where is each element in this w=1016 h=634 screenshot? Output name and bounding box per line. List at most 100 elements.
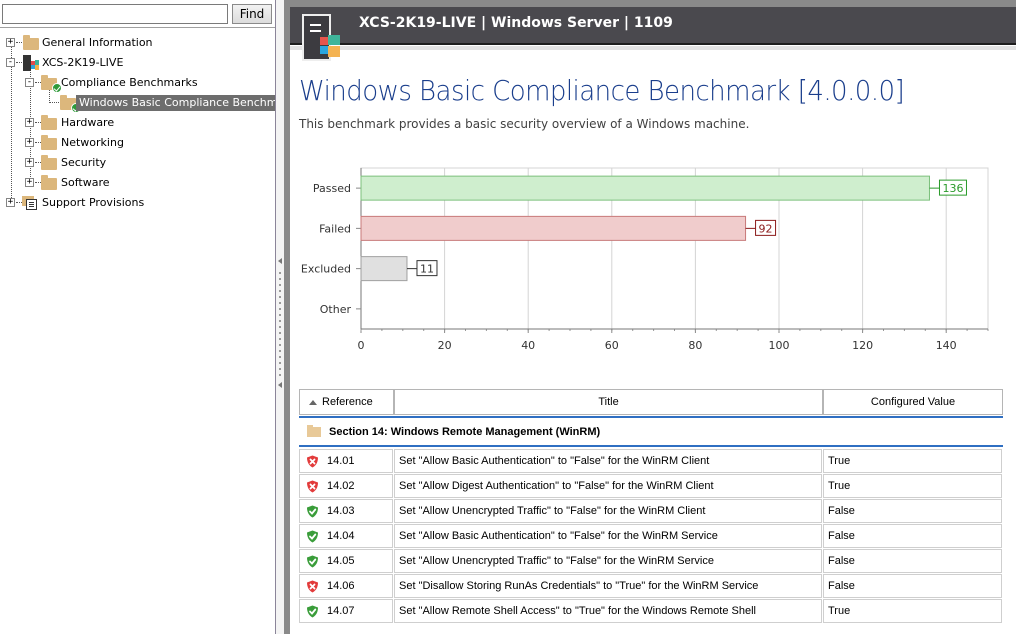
reference-cell: 14.01 — [299, 449, 393, 473]
reference-text: 14.07 — [327, 605, 355, 617]
configured-value-cell: True — [823, 449, 1002, 473]
reference-cell: 14.05 — [299, 549, 393, 573]
expand-icon[interactable]: + — [25, 158, 34, 167]
title-text: Set "Allow Unencrypted Traffic" to "Fals… — [399, 555, 714, 567]
pane-splitter[interactable] — [275, 0, 284, 634]
configured-value-cell: False — [823, 524, 1002, 548]
find-bar: Find — [0, 0, 275, 28]
passed-shield-icon — [307, 555, 318, 567]
reference-text: 14.01 — [327, 455, 355, 467]
header-divider — [290, 46, 1016, 50]
page-description: This benchmark provides a basic security… — [299, 117, 750, 131]
configured-value-cell: False — [823, 549, 1002, 573]
find-input[interactable] — [2, 4, 228, 24]
column-header-reference[interactable]: Reference — [299, 389, 394, 415]
column-header-label: Title — [598, 396, 619, 408]
sort-ascending-icon — [309, 399, 317, 405]
folder-icon — [41, 115, 57, 130]
reference-text: 14.06 — [327, 580, 355, 592]
expand-icon[interactable]: + — [25, 178, 34, 187]
bar-passed — [360, 175, 930, 201]
collapse-icon[interactable]: - — [6, 58, 15, 67]
bar-failed — [360, 215, 747, 241]
tree-item-label: Windows Basic Compliance Benchmark — [76, 95, 299, 111]
title-text: Set "Allow Unencrypted Traffic" to "Fals… — [399, 505, 706, 517]
navigation-pane: Find + General Information - XCS-2K19-LI… — [0, 0, 299, 634]
configured-value-cell: True — [823, 599, 1002, 623]
title-text: Set "Allow Basic Authentication" to "Fal… — [399, 455, 710, 467]
find-button[interactable]: Find — [232, 4, 272, 24]
windows-server-icon — [22, 55, 39, 71]
reference-cell: 14.07 — [299, 599, 393, 623]
top-strip — [290, 0, 1016, 7]
title-text: Set "Allow Remote Shell Access" to "True… — [399, 605, 756, 617]
tree-line — [16, 42, 22, 43]
configured-value-text: True — [828, 605, 851, 617]
support-provisions-icon — [22, 196, 38, 210]
folder-check-icon — [41, 75, 62, 93]
expand-icon[interactable]: + — [25, 118, 34, 127]
title-cell: Set "Allow Basic Authentication" to "Fal… — [394, 524, 822, 548]
folder-icon — [41, 135, 57, 150]
y-tick-label: Other — [320, 303, 352, 316]
title-cell: Set "Allow Basic Authentication" to "Fal… — [394, 449, 822, 473]
configured-value-text: False — [828, 505, 855, 517]
configured-value-cell: False — [823, 574, 1002, 598]
reference-cell: 14.03 — [299, 499, 393, 523]
folder-icon — [23, 35, 39, 50]
collapse-left-arrow-icon[interactable] — [278, 258, 282, 264]
folder-check-icon — [60, 95, 81, 113]
tree-item-label: General Information — [42, 36, 153, 49]
tree-item-label: Compliance Benchmarks — [61, 76, 198, 89]
x-tick-label: 20 — [438, 339, 452, 352]
title-text: Set "Allow Basic Authentication" to "Fal… — [399, 530, 718, 542]
bar-excluded — [360, 256, 408, 282]
table-row[interactable]: 14.07 Set "Allow Remote Shell Access" to… — [299, 599, 1003, 624]
table-row[interactable]: 14.03 Set "Allow Unencrypted Traffic" to… — [299, 499, 1003, 524]
collapse-left-arrow-icon[interactable] — [278, 382, 282, 388]
tree-line — [11, 47, 12, 202]
expand-icon[interactable]: + — [25, 138, 34, 147]
table-row[interactable]: 14.04 Set "Allow Basic Authentication" t… — [299, 524, 1003, 549]
y-tick-label: Failed — [319, 222, 351, 235]
table-row[interactable]: 14.05 Set "Allow Unencrypted Traffic" to… — [299, 549, 1003, 574]
passed-shield-icon — [307, 605, 318, 617]
data-label-passed: 136 — [942, 182, 963, 195]
tree-item-label: XCS-2K19-LIVE — [42, 56, 124, 69]
column-header-configured-value[interactable]: Configured Value — [823, 389, 1003, 415]
table-row[interactable]: 14.02 Set "Allow Digest Authentication" … — [299, 474, 1003, 499]
folder-icon — [41, 155, 57, 170]
x-tick-label: 0 — [358, 339, 365, 352]
configured-value-text: True — [828, 455, 851, 467]
title-cell: Set "Allow Remote Shell Access" to "True… — [394, 599, 822, 623]
title-text: Set "Allow Digest Authentication" to "Fa… — [399, 480, 714, 492]
failed-shield-icon — [307, 580, 318, 592]
group-divider — [299, 445, 1003, 447]
expand-icon[interactable]: + — [6, 198, 15, 207]
results-bar-chart: 0 20 40 60 80 100 120 140 Passed 136 Failed 92 Exclu… — [290, 160, 1016, 360]
tree-item-label: Support Provisions — [42, 196, 145, 209]
tree-item-label: Security — [61, 156, 107, 169]
failed-shield-icon — [307, 455, 318, 467]
passed-shield-icon — [307, 505, 318, 517]
title-cell: Set "Allow Unencrypted Traffic" to "Fals… — [394, 549, 822, 573]
expand-icon[interactable]: + — [6, 38, 15, 47]
data-label-excluded: 11 — [420, 263, 434, 276]
collapse-icon[interactable]: - — [25, 78, 34, 87]
title-cell: Set "Allow Digest Authentication" to "Fa… — [394, 474, 822, 498]
reference-text: 14.04 — [327, 530, 355, 542]
column-header-title[interactable]: Title — [394, 389, 823, 415]
table-row[interactable]: 14.01 Set "Allow Basic Authentication" t… — [299, 449, 1003, 474]
title-text: Set "Disallow Storing RunAs Credentials"… — [399, 580, 759, 592]
reference-text: 14.02 — [327, 480, 355, 492]
folder-icon — [41, 175, 57, 190]
table-row[interactable]: 14.06 Set "Disallow Storing RunAs Creden… — [299, 574, 1003, 599]
column-header-label: Configured Value — [870, 396, 956, 408]
x-tick-label: 100 — [769, 339, 790, 352]
tree-item-label: Networking — [61, 136, 124, 149]
group-row[interactable]: Section 14: Windows Remote Management (W… — [299, 418, 1003, 445]
report-content: XCS-2K19-LIVE | Windows Server | 1109 Wi… — [290, 0, 1016, 634]
group-label: Section 14: Windows Remote Management (W… — [329, 425, 601, 438]
y-tick-label: Passed — [313, 182, 351, 195]
title-cell: Set "Allow Unencrypted Traffic" to "Fals… — [394, 499, 822, 523]
